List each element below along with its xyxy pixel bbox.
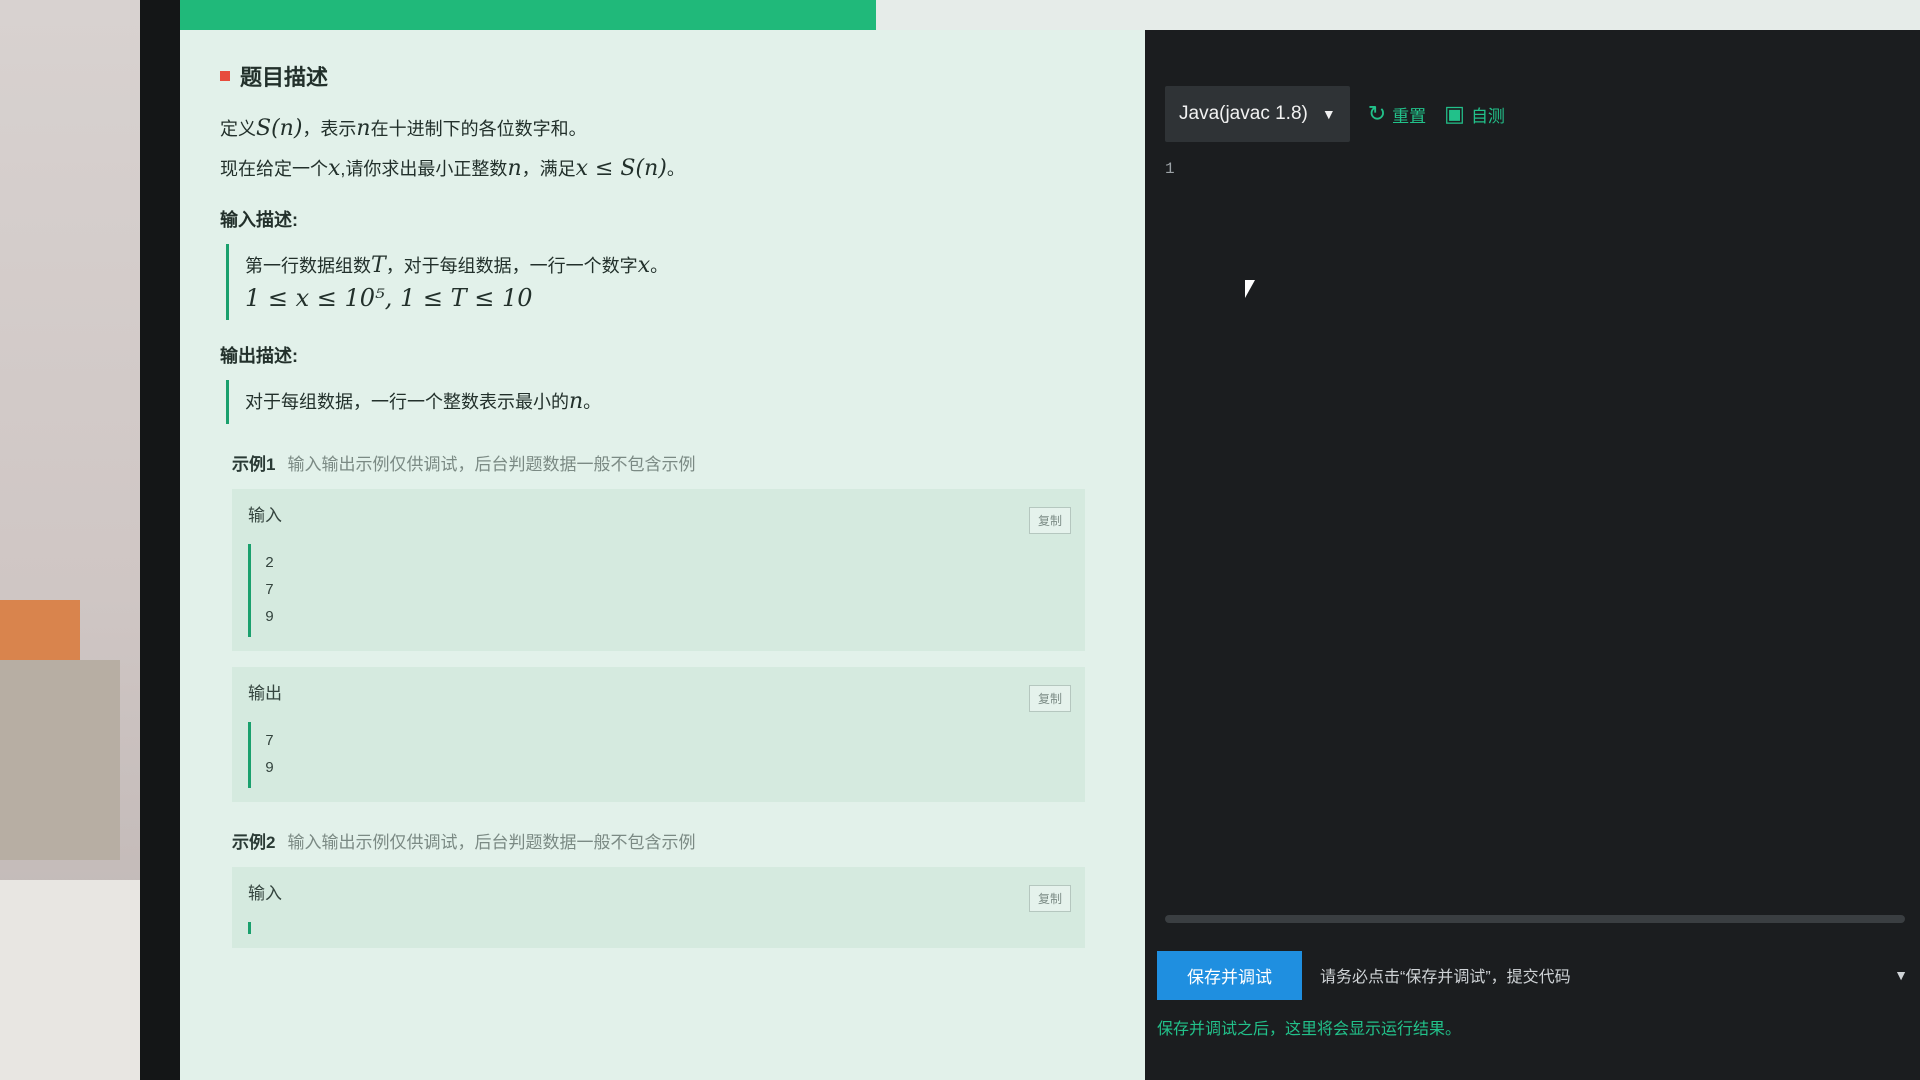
self-test-button[interactable]: ▣ 自测 (1444, 101, 1505, 127)
data-line: 9 (265, 609, 275, 626)
example-1-output-box: 输出 复制 7 9 (232, 667, 1085, 802)
math-expr: n (507, 156, 522, 181)
horizontal-scrollbar[interactable] (1165, 915, 1905, 923)
problem-panel: 题目描述 定义S(n)，表示n在十进制下的各位数字和。 现在给定一个x,请你求出… (180, 30, 1145, 1080)
math-expr: S(n) (256, 116, 303, 141)
example-1-output-data: 7 9 (248, 722, 1069, 788)
editor-toolbar: Java(javac 1.8) ▼ ↻ 重置 ▣ 自测 (1165, 86, 1505, 142)
math-expr: n (356, 116, 371, 141)
data-line: 9 (265, 760, 275, 777)
submit-hint: 请务必点击“保存并调试”，提交代码 (1320, 969, 1571, 986)
math-expr: x (328, 156, 341, 181)
input-heading: 输入描述: (220, 210, 298, 230)
copy-button[interactable]: 复制 (1028, 885, 1071, 912)
reset-button[interactable]: ↻ 重置 (1368, 101, 1426, 127)
desc-text: 。 (666, 159, 685, 179)
save-and-debug-button[interactable]: 保存并调试 (1157, 950, 1302, 1000)
desc-text: ，满足 (521, 159, 576, 179)
desk-box (0, 660, 120, 860)
desc-text: 现在给定一个 (220, 159, 328, 179)
section-title-text: 题目描述 (240, 65, 329, 90)
example-2-header: 示例2 输入输出示例仅供调试，后台判题数据一般不包含示例 (232, 828, 1105, 853)
data-line: 7 (265, 582, 275, 599)
input-constraints: 1 ≤ x ≤ 10⁵, 1 ≤ T ≤ 10 (245, 284, 533, 312)
mouse-pointer-icon (1245, 280, 1255, 298)
output-heading: 输出描述: (220, 346, 298, 366)
chevron-down-icon: ▼ (1321, 106, 1336, 122)
math-expr: T (371, 253, 386, 278)
desc-text: 第一行数据组数 (245, 256, 371, 276)
copy-button[interactable]: 复制 (1028, 685, 1071, 712)
math-expr: x ≤ S(n) (575, 156, 667, 181)
language-select[interactable]: Java(javac 1.8) ▼ (1165, 86, 1350, 142)
desc-text: ，表示 (302, 119, 357, 139)
example-2-input-box: 输入 复制 (232, 867, 1085, 948)
desk-background (0, 0, 150, 1080)
desc-text: ,请你求出最小正整数 (340, 159, 508, 179)
monitor-icon: ▣ (1444, 101, 1465, 126)
screen: 题目描述 定义S(n)，表示n在十进制下的各位数字和。 现在给定一个x,请你求出… (180, 0, 1920, 1080)
description-line-2: 现在给定一个x,请你求出最小正整数n，满足x ≤ S(n)。 (220, 154, 1105, 184)
example-note: 输入输出示例仅供调试，后台判题数据一般不包含示例 (287, 833, 696, 852)
code-input-area[interactable]: 1 (1165, 160, 1905, 930)
example-1-header: 示例1 输入输出示例仅供调试，后台判题数据一般不包含示例 (232, 450, 1105, 475)
desc-text: 在十进制下的各位数字和。 (370, 119, 587, 139)
data-line: 2 (265, 555, 275, 572)
example-2-input-data (248, 922, 1069, 934)
example-title: 示例1 (232, 455, 276, 474)
result-hint: 保存并调试之后，这里将会显示运行结果。 (1157, 1021, 1462, 1038)
code-editor-panel: Java(javac 1.8) ▼ ↻ 重置 ▣ 自测 1 保存并调试 请务必点… (1145, 30, 1920, 1080)
io-label: 输入 (248, 506, 282, 525)
problem-section-title: 题目描述 (220, 60, 1105, 92)
example-note: 输入输出示例仅供调试，后台判题数据一般不包含示例 (287, 455, 696, 474)
refresh-icon: ↻ (1367, 101, 1387, 126)
chevron-down-icon[interactable]: ▼ (1894, 967, 1908, 983)
self-test-label: 自测 (1470, 106, 1505, 126)
copy-button[interactable]: 复制 (1028, 507, 1071, 534)
io-label: 输出 (248, 684, 282, 703)
data-line: 7 (265, 733, 275, 750)
math-expr: x (637, 253, 651, 278)
desc-text: 定义 (220, 119, 256, 139)
example-1-input-box: 输入 复制 2 7 9 (232, 489, 1085, 651)
reset-label: 重置 (1392, 106, 1427, 126)
progress-fill (180, 0, 876, 30)
desc-text: ，对于每组数据，一行一个数字 (385, 256, 638, 276)
desk-papers (0, 880, 140, 1080)
input-description: 第一行数据组数T，对于每组数据，一行一个数字x。 1 ≤ x ≤ 10⁵, 1 … (226, 244, 1105, 320)
description-line-1: 定义S(n)，表示n在十进制下的各位数字和。 (220, 114, 1105, 144)
desc-text: 。 (583, 392, 602, 412)
editor-bottom-bar: 保存并调试 请务必点击“保存并调试”，提交代码 ▼ (1145, 950, 1920, 1000)
math-expr: n (569, 389, 584, 414)
title-marker (220, 71, 230, 81)
example-1-input-data: 2 7 9 (248, 544, 1069, 637)
output-description: 对于每组数据，一行一个整数表示最小的n。 (226, 380, 1105, 424)
desc-text: 对于每组数据，一行一个整数表示最小的 (245, 392, 569, 412)
io-label: 输入 (248, 884, 282, 903)
example-title: 示例2 (232, 833, 276, 852)
desc-text: 。 (650, 256, 669, 276)
language-value: Java(javac 1.8) (1179, 103, 1308, 124)
progress-bar (180, 0, 1920, 30)
line-number: 1 (1165, 160, 1175, 178)
